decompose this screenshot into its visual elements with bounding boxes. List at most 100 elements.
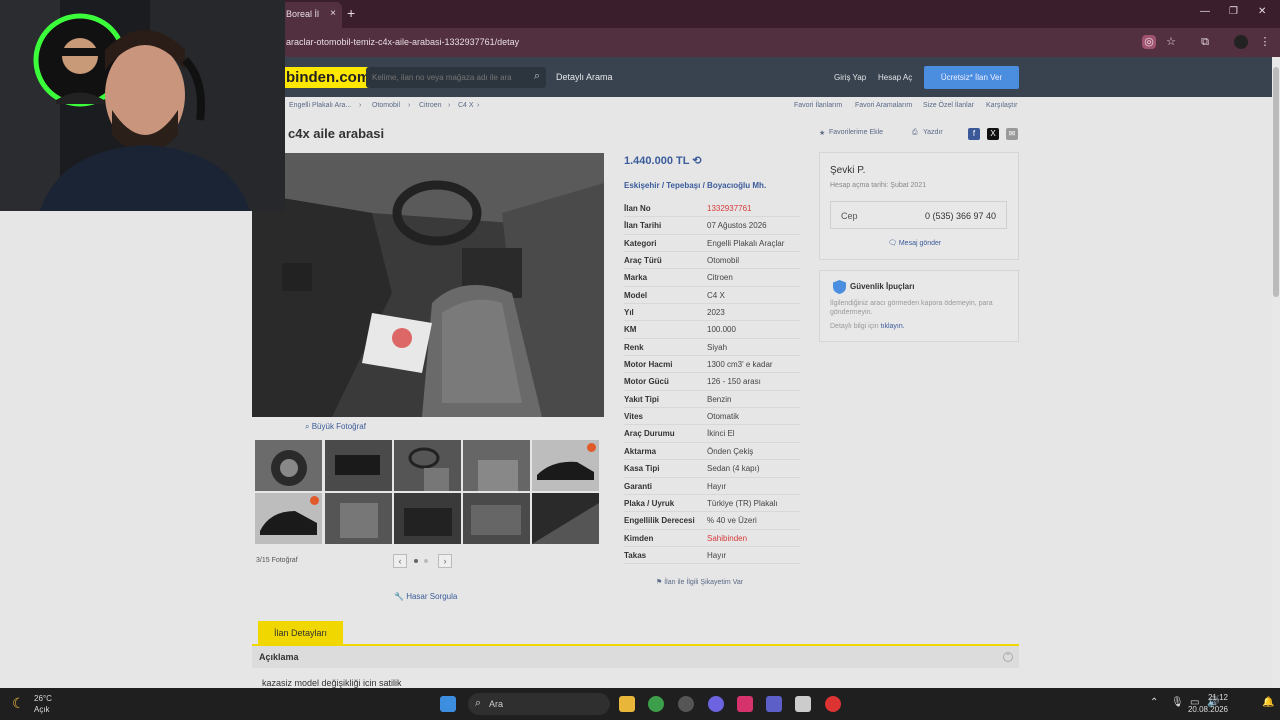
detail-value: Otomobil: [707, 256, 740, 266]
thumbnail[interactable]: [532, 493, 599, 544]
url-text[interactable]: araclar-otomobil-temiz-c4x-aile-arabasi-…: [286, 37, 519, 47]
detail-key: Renk: [624, 342, 644, 352]
thumbnail[interactable]: [325, 440, 392, 491]
weather-moon-icon[interactable]: ☾: [12, 695, 25, 712]
thumbnail[interactable]: [394, 440, 461, 491]
file-explorer-icon[interactable]: [619, 696, 635, 712]
streamer-webcam-image: [0, 0, 285, 211]
description-header[interactable]: Açıklama ⌃: [252, 646, 1019, 668]
detail-value: Sedan (4 kapı): [707, 464, 760, 474]
send-message-link[interactable]: 🗨 Mesaj gönder: [888, 239, 941, 247]
breadcrumb-item[interactable]: Otomobil: [372, 102, 400, 109]
print-link[interactable]: Yazdır: [923, 129, 943, 136]
start-icon[interactable]: [440, 696, 456, 712]
favorite-searches-link[interactable]: Favori Aramalarım: [855, 102, 912, 109]
search-icon[interactable]: ⌕: [534, 70, 540, 83]
window-close-icon[interactable]: ✕: [1258, 6, 1266, 17]
notepad-icon[interactable]: [795, 696, 811, 712]
tray-chevron-icon[interactable]: ⌃: [1150, 697, 1158, 708]
profile-avatar-icon[interactable]: [1234, 35, 1248, 49]
next-photo-button[interactable]: ›: [438, 554, 452, 568]
tab-close-icon[interactable]: ×: [330, 2, 336, 26]
login-link[interactable]: Giriş Yap: [834, 73, 866, 82]
video-badge-icon: [587, 443, 596, 452]
report-link[interactable]: ⚑ İlan ile İlgili Şikayetim Var: [656, 578, 743, 586]
thumbnail[interactable]: [255, 440, 322, 491]
add-favorite-link[interactable]: Favorilerime Ekle: [829, 129, 883, 136]
site-logo[interactable]: binden.com: [276, 67, 375, 88]
seller-box: Şevki P. Hesap açma tarihi: Şubat 2021 C…: [819, 152, 1019, 260]
taskbar-search[interactable]: ⌕ Ara: [468, 693, 610, 715]
breadcrumb-item[interactable]: C4 X: [458, 102, 474, 109]
chrome-icon[interactable]: [648, 696, 664, 712]
thumbnail[interactable]: [325, 493, 392, 544]
thumbnail[interactable]: [463, 440, 530, 491]
favorite-star-icon[interactable]: ★: [819, 129, 825, 137]
menu-dots-icon[interactable]: ⋮: [1258, 35, 1272, 49]
detail-row: Engellilik Derecesi % 40 ve Üzeri: [624, 512, 800, 530]
price-history-icon[interactable]: ⟲: [692, 155, 701, 167]
email-share-icon[interactable]: ✉: [1006, 128, 1018, 140]
damage-query-label: Hasar Sorgula: [406, 592, 458, 601]
x-share-icon[interactable]: X: [987, 128, 999, 140]
breadcrumb-item[interactable]: Citroen: [419, 102, 442, 109]
facebook-icon[interactable]: f: [968, 128, 980, 140]
microphone-icon[interactable]: 🎙: [1171, 697, 1184, 708]
recording-app-icon[interactable]: [825, 696, 841, 712]
pager-dot[interactable]: [414, 559, 418, 563]
thumbnail[interactable]: [532, 440, 599, 491]
location-city[interactable]: Eskişehir: [624, 181, 660, 190]
scroll-thumb[interactable]: [1273, 67, 1279, 297]
location-district[interactable]: Tepebaşı: [666, 181, 700, 190]
post-ad-button[interactable]: Ücretsiz* İlan Ver: [924, 66, 1019, 89]
compare-link[interactable]: Karşılaştır: [986, 102, 1018, 109]
breadcrumb-item[interactable]: Engelli Plakalı Ara...: [289, 102, 351, 109]
tab-listing-details[interactable]: İlan Detayları: [258, 621, 343, 645]
restore-icon[interactable]: ❐: [1229, 6, 1238, 17]
detail-key: İlan No: [624, 204, 651, 213]
search-input[interactable]: [372, 70, 522, 85]
detail-value[interactable]: Sahibinden: [707, 530, 747, 547]
teams-icon[interactable]: [766, 696, 782, 712]
security-more: Detaylı bilgi için tıklayın.: [830, 323, 905, 330]
collapse-icon[interactable]: ⌃: [1003, 652, 1013, 662]
favorite-listings-link[interactable]: Favori İlanlarım: [794, 102, 842, 109]
detail-row: Yakıt Tipi Benzin: [624, 391, 800, 409]
seller-name[interactable]: Şevki P.: [830, 165, 865, 176]
register-link[interactable]: Hesap Aç: [878, 73, 912, 82]
page-scrollbar[interactable]: [1272, 57, 1280, 688]
app-icon[interactable]: [678, 696, 694, 712]
print-icon[interactable]: ⎙: [912, 129, 918, 137]
minimize-icon[interactable]: —: [1200, 6, 1210, 17]
bookmark-star-icon[interactable]: ☆: [1164, 35, 1178, 49]
extensions-icon[interactable]: ⧉: [1198, 35, 1212, 49]
security-more-link[interactable]: tıklayın.: [881, 323, 905, 330]
main-photo[interactable]: [252, 153, 604, 417]
clock-time[interactable]: 21:12: [1208, 693, 1228, 702]
thumbnail[interactable]: [394, 493, 461, 544]
weather-temp[interactable]: 26°C: [34, 694, 52, 703]
location-neighborhood[interactable]: Boyacıoğlu Mh.: [707, 181, 766, 190]
thumbnail[interactable]: [463, 493, 530, 544]
pager-dot[interactable]: [424, 559, 428, 563]
weather-desc[interactable]: Açık: [34, 705, 50, 714]
browser-tab[interactable]: Boreal İl ×: [276, 2, 342, 28]
detail-key: Kategori: [624, 238, 657, 248]
clock-date[interactable]: 20.08.2026: [1188, 705, 1228, 714]
listing-title: c4x aile arabasi: [288, 126, 385, 141]
instagram-icon[interactable]: [737, 696, 753, 712]
prev-photo-button[interactable]: ‹: [393, 554, 407, 568]
detail-value: Engelli Plakalı Araçlar: [707, 238, 785, 248]
thumbnail[interactable]: [255, 493, 322, 544]
special-listings-link[interactable]: Size Özel İlanlar: [923, 102, 974, 109]
detail-row: Model C4 X: [624, 287, 800, 305]
new-tab-icon[interactable]: +: [347, 5, 355, 21]
big-photo-link[interactable]: ⌕ Büyük Fotoğraf: [305, 422, 366, 432]
discord-icon[interactable]: [708, 696, 724, 712]
detailed-search-link[interactable]: Detaylı Arama: [556, 72, 613, 82]
detail-row: İlan No 1332937761: [624, 200, 800, 218]
phone-number[interactable]: 0 (535) 366 97 40: [925, 211, 996, 221]
notification-bell-icon[interactable]: 🔔: [1262, 697, 1274, 708]
lens-icon[interactable]: ◎: [1142, 35, 1156, 49]
damage-query-link[interactable]: 🔧 Hasar Sorgula: [394, 592, 457, 601]
